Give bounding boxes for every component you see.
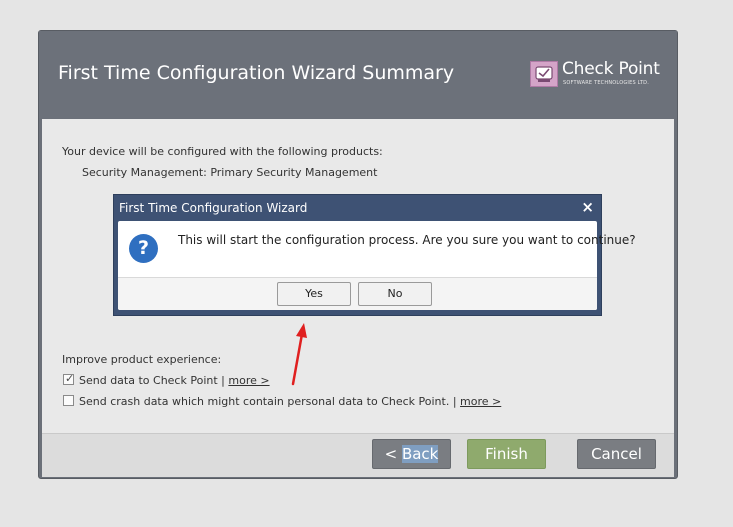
send-crash-data-more-link[interactable]: more > bbox=[460, 395, 501, 408]
cancel-button[interactable]: Cancel bbox=[577, 439, 656, 469]
send-data-checkbox[interactable]: ✓ bbox=[63, 372, 75, 385]
back-button-selected-text: Back bbox=[401, 445, 439, 463]
question-icon: ? bbox=[129, 234, 158, 263]
logo-icon bbox=[530, 61, 558, 87]
dialog-content: ? This will start the configuration proc… bbox=[118, 221, 636, 310]
annotation-arrow-icon bbox=[291, 323, 307, 386]
send-crash-data-option: Send crash data which might contain pers… bbox=[79, 395, 501, 408]
finish-button[interactable]: Finish bbox=[467, 439, 546, 469]
dialog-button-bar: Yes No bbox=[118, 278, 597, 310]
back-button[interactable]: < Back bbox=[372, 439, 451, 469]
send-data-option: Send data to Check Point | more > bbox=[79, 374, 270, 387]
send-crash-data-label: Send crash data which might contain pers… bbox=[79, 395, 457, 408]
wizard-footer: < Back Finish Cancel bbox=[42, 433, 674, 477]
intro-text: Your device will be configured with the … bbox=[62, 145, 383, 158]
check-point-logo: Check Point SOFTWARE TECHNOLOGIES LTD. bbox=[530, 59, 660, 88]
product-item: Security Management: Primary Security Ma… bbox=[82, 166, 378, 179]
wizard-title: First Time Configuration Wizard Summary bbox=[58, 62, 455, 84]
send-data-more-link[interactable]: more > bbox=[228, 374, 269, 387]
check-mark-icon: ✓ bbox=[65, 372, 75, 385]
dialog-title: First Time Configuration Wizard bbox=[119, 201, 308, 215]
close-icon[interactable]: × bbox=[581, 198, 594, 216]
logo-subtitle: SOFTWARE TECHNOLOGIES LTD. bbox=[563, 80, 650, 86]
wizard-header: First Time Configuration Wizard Summary … bbox=[39, 31, 677, 118]
no-button[interactable]: No bbox=[358, 282, 432, 306]
dialog-message: This will start the configuration proces… bbox=[178, 233, 636, 247]
improve-heading: Improve product experience: bbox=[62, 353, 222, 366]
logo-name: Check Point bbox=[562, 59, 660, 79]
back-button-label: < Back bbox=[384, 445, 439, 463]
confirm-dialog: First Time Configuration Wizard × ? This… bbox=[113, 194, 636, 316]
send-crash-data-checkbox[interactable] bbox=[63, 395, 74, 406]
yes-button[interactable]: Yes bbox=[277, 282, 351, 306]
send-data-label: Send data to Check Point | bbox=[79, 374, 225, 387]
